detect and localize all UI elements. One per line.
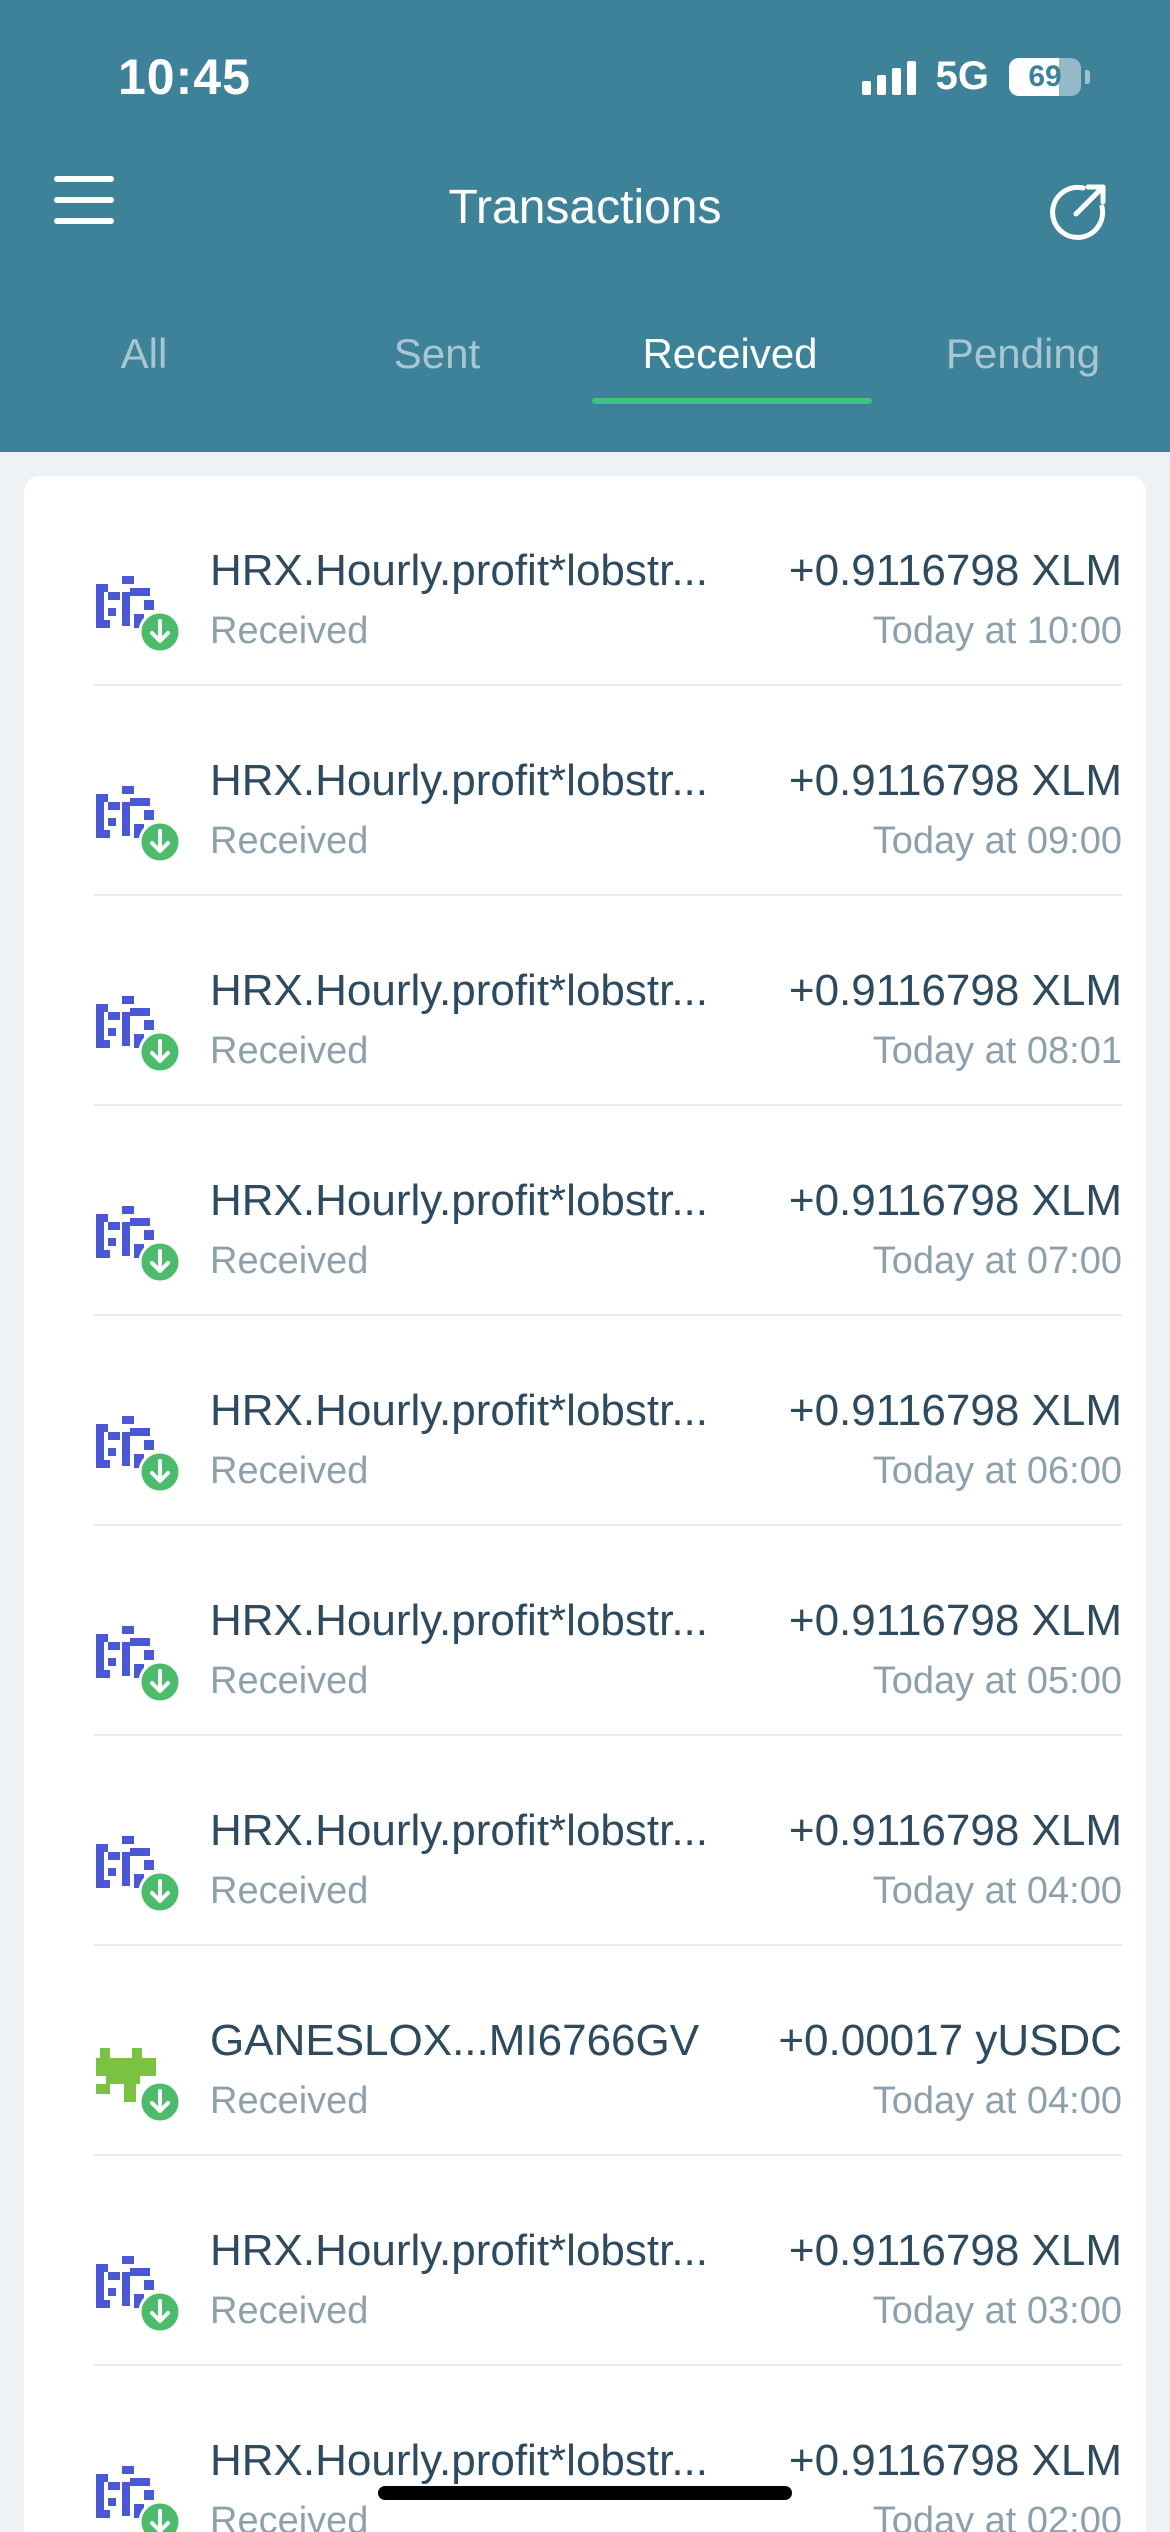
page-title: Transactions bbox=[448, 181, 722, 234]
blue-identicon-avatar bbox=[94, 566, 182, 654]
transaction-counterparty: HRX.Hourly.profit*lobstr... bbox=[210, 966, 709, 1015]
tab-pending[interactable]: Pending bbox=[883, 330, 1163, 378]
blue-identicon-avatar bbox=[94, 776, 182, 864]
transaction-time: Today at 09:00 bbox=[872, 820, 1122, 862]
blue-identicon-avatar bbox=[94, 1196, 182, 1284]
transaction-counterparty: GANESLOX...MI6766GV bbox=[210, 2016, 700, 2065]
transaction-amount: +0.9116798 XLM bbox=[788, 1386, 1122, 1435]
blue-identicon-avatar bbox=[94, 1826, 182, 1914]
transaction-row[interactable]: HRX.Hourly.profit*lobstr... Received +0.… bbox=[94, 2366, 1122, 2532]
active-tab-indicator bbox=[592, 398, 872, 404]
transaction-amount: +0.9116798 XLM bbox=[788, 1176, 1122, 1225]
transaction-status: Received bbox=[210, 610, 369, 652]
transaction-counterparty: HRX.Hourly.profit*lobstr... bbox=[210, 1806, 709, 1855]
transaction-time: Today at 04:00 bbox=[872, 2080, 1122, 2122]
app-header: 10:45 5G 69 Transactions All Sent Receiv… bbox=[0, 0, 1170, 452]
transaction-status: Received bbox=[210, 820, 369, 862]
transaction-row[interactable]: HRX.Hourly.profit*lobstr... Received +0.… bbox=[94, 476, 1122, 686]
transactions-list: HRX.Hourly.profit*lobstr... Received +0.… bbox=[24, 476, 1146, 2532]
transaction-status: Received bbox=[210, 1870, 369, 1912]
transaction-row[interactable]: HRX.Hourly.profit*lobstr... Received +0.… bbox=[94, 896, 1122, 1106]
transaction-tabs: All Sent Received Pending bbox=[0, 330, 1170, 410]
transaction-time: Today at 04:00 bbox=[872, 1870, 1122, 1912]
transaction-status: Received bbox=[210, 1450, 369, 1492]
tab-all[interactable]: All bbox=[4, 330, 284, 378]
transaction-time: Today at 03:00 bbox=[872, 2290, 1122, 2332]
transaction-amount: +0.00017 yUSDC bbox=[778, 2016, 1122, 2065]
transaction-time: Today at 08:01 bbox=[872, 1030, 1122, 1072]
transaction-counterparty: HRX.Hourly.profit*lobstr... bbox=[210, 1596, 709, 1645]
status-bar-time: 10:45 bbox=[118, 49, 251, 105]
transaction-counterparty: HRX.Hourly.profit*lobstr... bbox=[210, 1176, 709, 1225]
transaction-row[interactable]: HRX.Hourly.profit*lobstr... Received +0.… bbox=[94, 1106, 1122, 1316]
transaction-row[interactable]: HRX.Hourly.profit*lobstr... Received +0.… bbox=[94, 686, 1122, 896]
transaction-row[interactable]: HRX.Hourly.profit*lobstr... Received +0.… bbox=[94, 2156, 1122, 2366]
transaction-time: Today at 10:00 bbox=[872, 610, 1122, 652]
transaction-counterparty: HRX.Hourly.profit*lobstr... bbox=[210, 2226, 709, 2275]
transaction-row[interactable]: GANESLOX...MI6766GV Received +0.00017 yU… bbox=[94, 1946, 1122, 2156]
transaction-amount: +0.9116798 XLM bbox=[788, 1806, 1122, 1855]
transaction-status: Received bbox=[210, 1660, 369, 1702]
transaction-amount: +0.9116798 XLM bbox=[788, 756, 1122, 805]
blue-identicon-avatar bbox=[94, 1616, 182, 1704]
transaction-status: Received bbox=[210, 1240, 369, 1282]
transaction-time: Today at 02:00 bbox=[872, 2500, 1122, 2532]
transaction-status: Received bbox=[210, 2500, 369, 2532]
transaction-status: Received bbox=[210, 1030, 369, 1072]
network-type: 5G bbox=[935, 54, 989, 98]
transaction-status: Received bbox=[210, 2290, 369, 2332]
transaction-amount: +0.9116798 XLM bbox=[788, 2226, 1122, 2275]
status-bar-indicators: 5G 69 bbox=[861, 54, 1090, 99]
transaction-row[interactable]: HRX.Hourly.profit*lobstr... Received +0.… bbox=[94, 1316, 1122, 1526]
transaction-time: Today at 07:00 bbox=[872, 1240, 1122, 1282]
blue-identicon-avatar bbox=[94, 2456, 182, 2532]
transaction-amount: +0.9116798 XLM bbox=[788, 966, 1122, 1015]
transaction-time: Today at 05:00 bbox=[872, 1660, 1122, 1702]
transaction-counterparty: HRX.Hourly.profit*lobstr... bbox=[210, 756, 709, 805]
transaction-amount: +0.9116798 XLM bbox=[788, 1596, 1122, 1645]
blue-identicon-avatar bbox=[94, 986, 182, 1074]
transaction-status: Received bbox=[210, 2080, 369, 2122]
tab-sent[interactable]: Sent bbox=[297, 330, 577, 378]
transaction-time: Today at 06:00 bbox=[872, 1450, 1122, 1492]
signal-strength-icon bbox=[861, 59, 916, 95]
transaction-counterparty: HRX.Hourly.profit*lobstr... bbox=[210, 1386, 709, 1435]
battery-icon: 69 bbox=[1009, 57, 1081, 96]
transaction-counterparty: HRX.Hourly.profit*lobstr... bbox=[210, 546, 709, 595]
battery-level: 69 bbox=[1028, 59, 1062, 93]
transaction-row[interactable]: HRX.Hourly.profit*lobstr... Received +0.… bbox=[94, 1526, 1122, 1736]
transaction-amount: +0.9116798 XLM bbox=[788, 2436, 1122, 2485]
transaction-amount: +0.9116798 XLM bbox=[788, 546, 1122, 595]
blue-identicon-avatar bbox=[94, 2246, 182, 2334]
home-indicator bbox=[378, 2486, 792, 2500]
transaction-counterparty: HRX.Hourly.profit*lobstr... bbox=[210, 2436, 709, 2485]
green-identicon-avatar bbox=[94, 2036, 182, 2124]
blue-identicon-avatar bbox=[94, 1406, 182, 1494]
tab-received[interactable]: Received bbox=[590, 330, 870, 378]
transaction-row[interactable]: HRX.Hourly.profit*lobstr... Received +0.… bbox=[94, 1736, 1122, 1946]
external-link-icon[interactable] bbox=[1050, 180, 1110, 240]
